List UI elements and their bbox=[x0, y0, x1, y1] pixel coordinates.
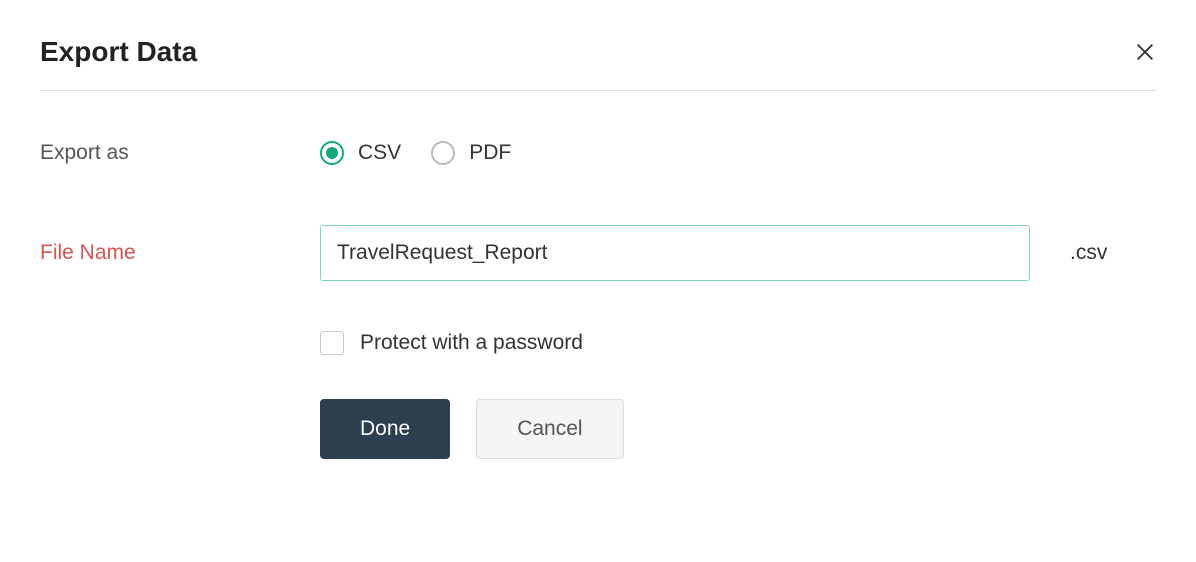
radio-dot-icon bbox=[326, 147, 338, 159]
dialog-title: Export Data bbox=[40, 36, 197, 68]
radio-option-csv[interactable]: CSV bbox=[320, 141, 401, 165]
done-button[interactable]: Done bbox=[320, 399, 450, 459]
radio-circle-icon bbox=[431, 141, 455, 165]
protect-row: Protect with a password bbox=[40, 331, 1156, 355]
radio-circle-icon bbox=[320, 141, 344, 165]
checkbox-box-icon bbox=[320, 331, 344, 355]
radio-option-pdf[interactable]: PDF bbox=[431, 141, 511, 165]
export-as-row: Export as CSV PDF bbox=[40, 141, 1156, 165]
close-button[interactable] bbox=[1134, 41, 1156, 63]
file-extension: .csv bbox=[1070, 241, 1107, 265]
protect-checkbox[interactable]: Protect with a password bbox=[320, 331, 583, 355]
export-as-radio-group: CSV PDF bbox=[320, 141, 511, 165]
filename-row: File Name .csv bbox=[40, 225, 1156, 281]
cancel-button[interactable]: Cancel bbox=[476, 399, 623, 459]
button-row-container: Done Cancel bbox=[40, 399, 1156, 459]
protect-label: Protect with a password bbox=[360, 331, 583, 355]
button-row: Done Cancel bbox=[320, 399, 624, 459]
radio-label-pdf: PDF bbox=[469, 141, 511, 165]
dialog-header: Export Data bbox=[40, 36, 1156, 91]
close-icon bbox=[1134, 41, 1156, 63]
export-as-label: Export as bbox=[40, 141, 320, 165]
radio-label-csv: CSV bbox=[358, 141, 401, 165]
filename-controls: .csv bbox=[320, 225, 1107, 281]
form-area: Export as CSV PDF File Name .csv Protect… bbox=[40, 91, 1156, 459]
filename-input[interactable] bbox=[320, 225, 1030, 281]
filename-label: File Name bbox=[40, 241, 320, 265]
